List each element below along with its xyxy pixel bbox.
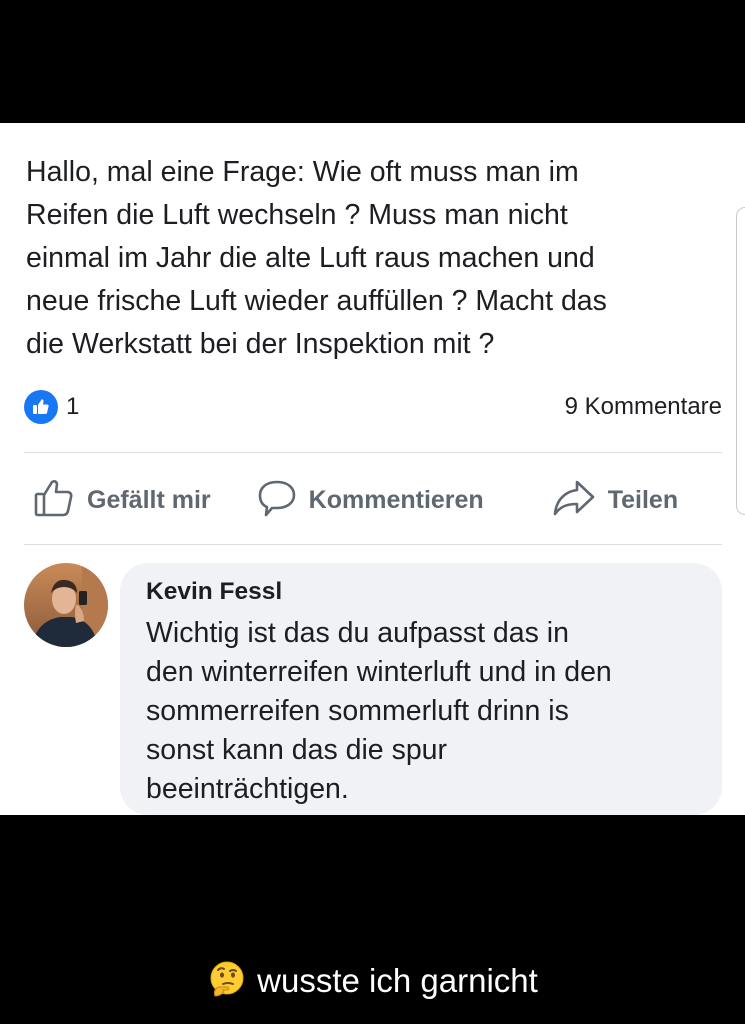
share-button[interactable]: Teilen — [552, 478, 678, 523]
post-text: Hallo, mal eine Frage: Wie oft muss man … — [26, 156, 607, 360]
comment-count-link[interactable]: 9 Kommentare — [565, 393, 722, 421]
speech-bubble-icon — [257, 478, 297, 523]
divider — [24, 544, 722, 545]
reaction-stats: 1 9 Kommentare — [24, 389, 722, 425]
like-button-label: Gefällt mir — [87, 485, 211, 514]
caption-text: wusste ich garnicht — [257, 962, 538, 999]
caption: wusste ich garnicht — [0, 958, 745, 1004]
avatar[interactable] — [24, 563, 108, 647]
action-bar: Gefällt mir Kommentieren Teilen — [26, 475, 706, 525]
divider — [24, 452, 722, 453]
comment-bubble: Kevin Fessl Wichtig ist das du aufpasst … — [120, 563, 722, 815]
comment-author[interactable]: Kevin Fessl — [146, 578, 282, 606]
comment-text: Wichtig ist das du aufpasst das in den w… — [146, 617, 612, 805]
thinking-face-icon — [207, 959, 247, 1004]
like-reaction-icon — [24, 390, 58, 424]
thumbs-up-icon — [33, 478, 75, 523]
share-button-label: Teilen — [607, 485, 679, 514]
comment-button-label: Kommentieren — [308, 485, 484, 514]
post-card: Hallo, mal eine Frage: Wie oft muss man … — [0, 123, 745, 815]
like-button[interactable]: Gefällt mir — [33, 478, 211, 523]
scrollbar[interactable] — [736, 207, 745, 515]
share-arrow-icon — [552, 478, 596, 523]
comment-button[interactable]: Kommentieren — [257, 478, 484, 523]
like-count: 1 — [66, 393, 80, 420]
likes-summary[interactable]: 1 — [24, 390, 79, 424]
